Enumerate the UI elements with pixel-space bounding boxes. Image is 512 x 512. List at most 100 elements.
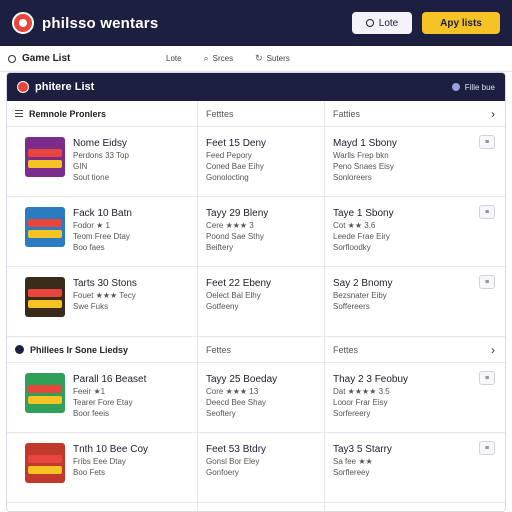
row-menu-button[interactable]: ≡ — [479, 275, 495, 289]
chevron-right-icon[interactable]: › — [491, 343, 495, 357]
detail-title: Tayy 25 Boeday — [206, 374, 278, 385]
game-cell: Tarts 30 Stons Fouet ★★★ Tecy Swe Fuks — [7, 267, 197, 336]
detail-title: Say 2 Bnomy — [333, 278, 393, 289]
filter-control[interactable]: Fille bue — [451, 82, 495, 92]
game-thumbnail[interactable] — [25, 207, 65, 247]
detail-line: Dat ★★★★ 3.5 — [333, 387, 390, 396]
game-thumbnail[interactable] — [25, 137, 65, 177]
game-thumbnail[interactable] — [25, 443, 65, 483]
row-menu-button[interactable]: ≡ — [479, 441, 495, 455]
game-detail: Tearer Fore Etay — [73, 398, 133, 407]
game-detail: Fodor ★ 1 — [73, 221, 110, 230]
thumbnail-band — [28, 396, 62, 404]
game-thumbnail[interactable] — [25, 277, 65, 317]
detail-line: Soffereers — [333, 302, 370, 311]
table-row[interactable]: Nome Eidsy Perdons 33 Top GIN Sout tione Fee… — [7, 127, 505, 197]
lite-button[interactable]: Lote — [352, 12, 412, 34]
row-menu-button[interactable]: ≡ — [479, 205, 495, 219]
game-title: Tarts 30 Stons — [73, 278, 137, 289]
sub-navigation: Game List Lote ⌕ Srces ↻ Suters — [0, 46, 512, 72]
thumbnail-band — [28, 289, 62, 297]
table-row[interactable]: Tarts 30 Stons Fouet ★★★ Tecy Swe Fuks Feet… — [7, 267, 505, 337]
game-detail: Fribs Eee Dtay — [73, 457, 126, 466]
column-header: Fatties › — [324, 101, 505, 126]
column-header: Fettes — [197, 337, 324, 362]
section-label: Phillees Ir Sone Liedsy — [30, 344, 129, 355]
detail-cell: Feet 22 Ebeny Oelect Bal Elhy Gotfeeny — [197, 267, 324, 336]
subnav-link-srces[interactable]: ⌕ Srces — [204, 53, 234, 64]
game-cell: Fack 10 Batn Fodor ★ 1 Teom Free Dtay Boo f… — [7, 197, 197, 266]
section-label-cell: Phillees Ir Sone Liedsy — [7, 345, 197, 355]
refresh-icon: ↻ — [255, 53, 263, 63]
detail-line: Coned Bae Eihy — [206, 162, 264, 171]
detail-line: Seoftery — [206, 409, 236, 418]
apply-button[interactable]: Apy lists — [422, 12, 500, 34]
game-title: Parall 16 Beaset — [73, 374, 147, 385]
game-detail: Swe Fuks — [73, 302, 109, 311]
panel-header: phitere List Fille bue — [7, 73, 505, 101]
detail-line: Poond Sae Sthy — [206, 232, 264, 241]
thumbnail-band — [28, 160, 62, 168]
table-row[interactable]: Tnth 10 Bee Coy Fribs Eee Dtay Boo Fets Fee… — [7, 433, 505, 503]
game-thumbnail[interactable] — [25, 373, 65, 413]
sections-container: Remnole Pronlers Fetttes Fatties › Nome Eids… — [7, 101, 505, 512]
column-header-label: Fatties — [333, 108, 361, 119]
chevron-right-icon[interactable]: › — [491, 107, 495, 121]
game-title: Tnth 10 Bee Coy — [73, 444, 149, 455]
detail-title: Feet 22 Ebeny — [206, 278, 272, 289]
detail-cell: Feet 15 Deny Feed Pepory Coned Bae Eihy Gon… — [197, 127, 324, 196]
column-header: Fetttes — [197, 101, 324, 126]
game-title: Nome Eidsy — [73, 138, 127, 149]
game-text: Nome Eidsy Perdons 33 Top GIN Sout tione — [73, 137, 129, 183]
thumbnail-band — [28, 230, 62, 238]
detail-line: Deecd Bee Shay — [206, 398, 267, 407]
detail-line: Oelect Bal Elhy — [206, 291, 261, 300]
detail-line: Sorflereey — [333, 468, 370, 477]
detail-line: Cere ★★★ 3 — [206, 221, 254, 230]
circle-icon — [15, 345, 24, 354]
subnav-links: Lote ⌕ Srces ↻ Suters — [166, 53, 290, 64]
detail-cell: Feet 53 Btdry Gonsl Bor Eley Gonfoery — [197, 433, 324, 502]
table-row[interactable]: Parall 16 Beaset Feeir ★1 Tearer Fore Etay… — [7, 363, 505, 433]
detail-cell: Taye 1 Sbony Cot ★★ 3.6 Leede Frae Eiry Sor… — [324, 197, 505, 266]
table-row[interactable]: Fack 10 Batn Fodor ★ 1 Teom Free Dtay Boo f… — [7, 197, 505, 267]
filter-label: Fille bue — [464, 82, 495, 92]
detail-line: Gonsl Bor Eley — [206, 457, 260, 466]
detail-line: Looor Frar Eisy — [333, 398, 388, 407]
brand-name: philsso wentars — [42, 14, 159, 32]
detail-title: Feet 15 Deny — [206, 138, 267, 149]
header-actions: Lote Apy lists — [352, 12, 500, 34]
game-text: Parall 16 Beaset Feeir ★1 Tearer Fore Etay… — [73, 373, 146, 419]
detail-line: Cot ★★ 3.6 — [333, 221, 376, 230]
detail-cell: Tayy 29 Bleny Cere ★★★ 3 Poond Sae Sthy Bei… — [197, 197, 324, 266]
column-header-label: Fettes — [333, 344, 359, 355]
section-header[interactable]: Phillees Ir Sone Liedsy Fettes Fettes › — [7, 337, 505, 363]
game-text: Tarts 30 Stons Fouet ★★★ Tecy Swe Fuks — [73, 277, 137, 312]
detail-line: Sorfloodky — [333, 243, 371, 252]
detail-line: Feed Pepory — [206, 151, 252, 160]
search-icon: ⌕ — [203, 53, 209, 63]
chevron-right-icon[interactable]: › — [491, 509, 495, 512]
user-icon — [365, 19, 374, 27]
row-menu-button[interactable]: ≡ — [479, 371, 495, 385]
detail-line: Beiftery — [206, 243, 234, 252]
game-detail: Perdons 33 Top — [73, 151, 129, 160]
column-header: Fettes › — [324, 337, 505, 362]
home-icon[interactable] — [8, 54, 16, 63]
subnav-link-lote[interactable]: Lote — [166, 53, 182, 64]
detail-title: Feet 53 Btdry — [206, 444, 267, 455]
thumbnail-band — [28, 300, 62, 308]
thumbnail-band — [28, 385, 62, 393]
section-header[interactable]: Remnole Pronlers Fetttes Fatties › — [7, 101, 505, 127]
game-detail: Feeir ★1 — [73, 387, 106, 396]
subnav-link-suters[interactable]: ↻ Suters — [255, 53, 290, 64]
brand-logo — [12, 12, 34, 34]
thumbnail-band — [28, 149, 62, 157]
game-cell: Tnth 10 Bee Coy Fribs Eee Dtay Boo Fets — [7, 433, 197, 502]
detail-line: Gonfoery — [206, 468, 239, 477]
detail-title: Thay 2 3 Feobuy — [333, 374, 409, 385]
column-header: Fettes — [197, 503, 324, 511]
row-menu-button[interactable]: ≡ — [479, 135, 495, 149]
thumbnail-band — [28, 466, 62, 474]
section-header[interactable]: PrasdedFettesFettes› — [7, 503, 505, 512]
